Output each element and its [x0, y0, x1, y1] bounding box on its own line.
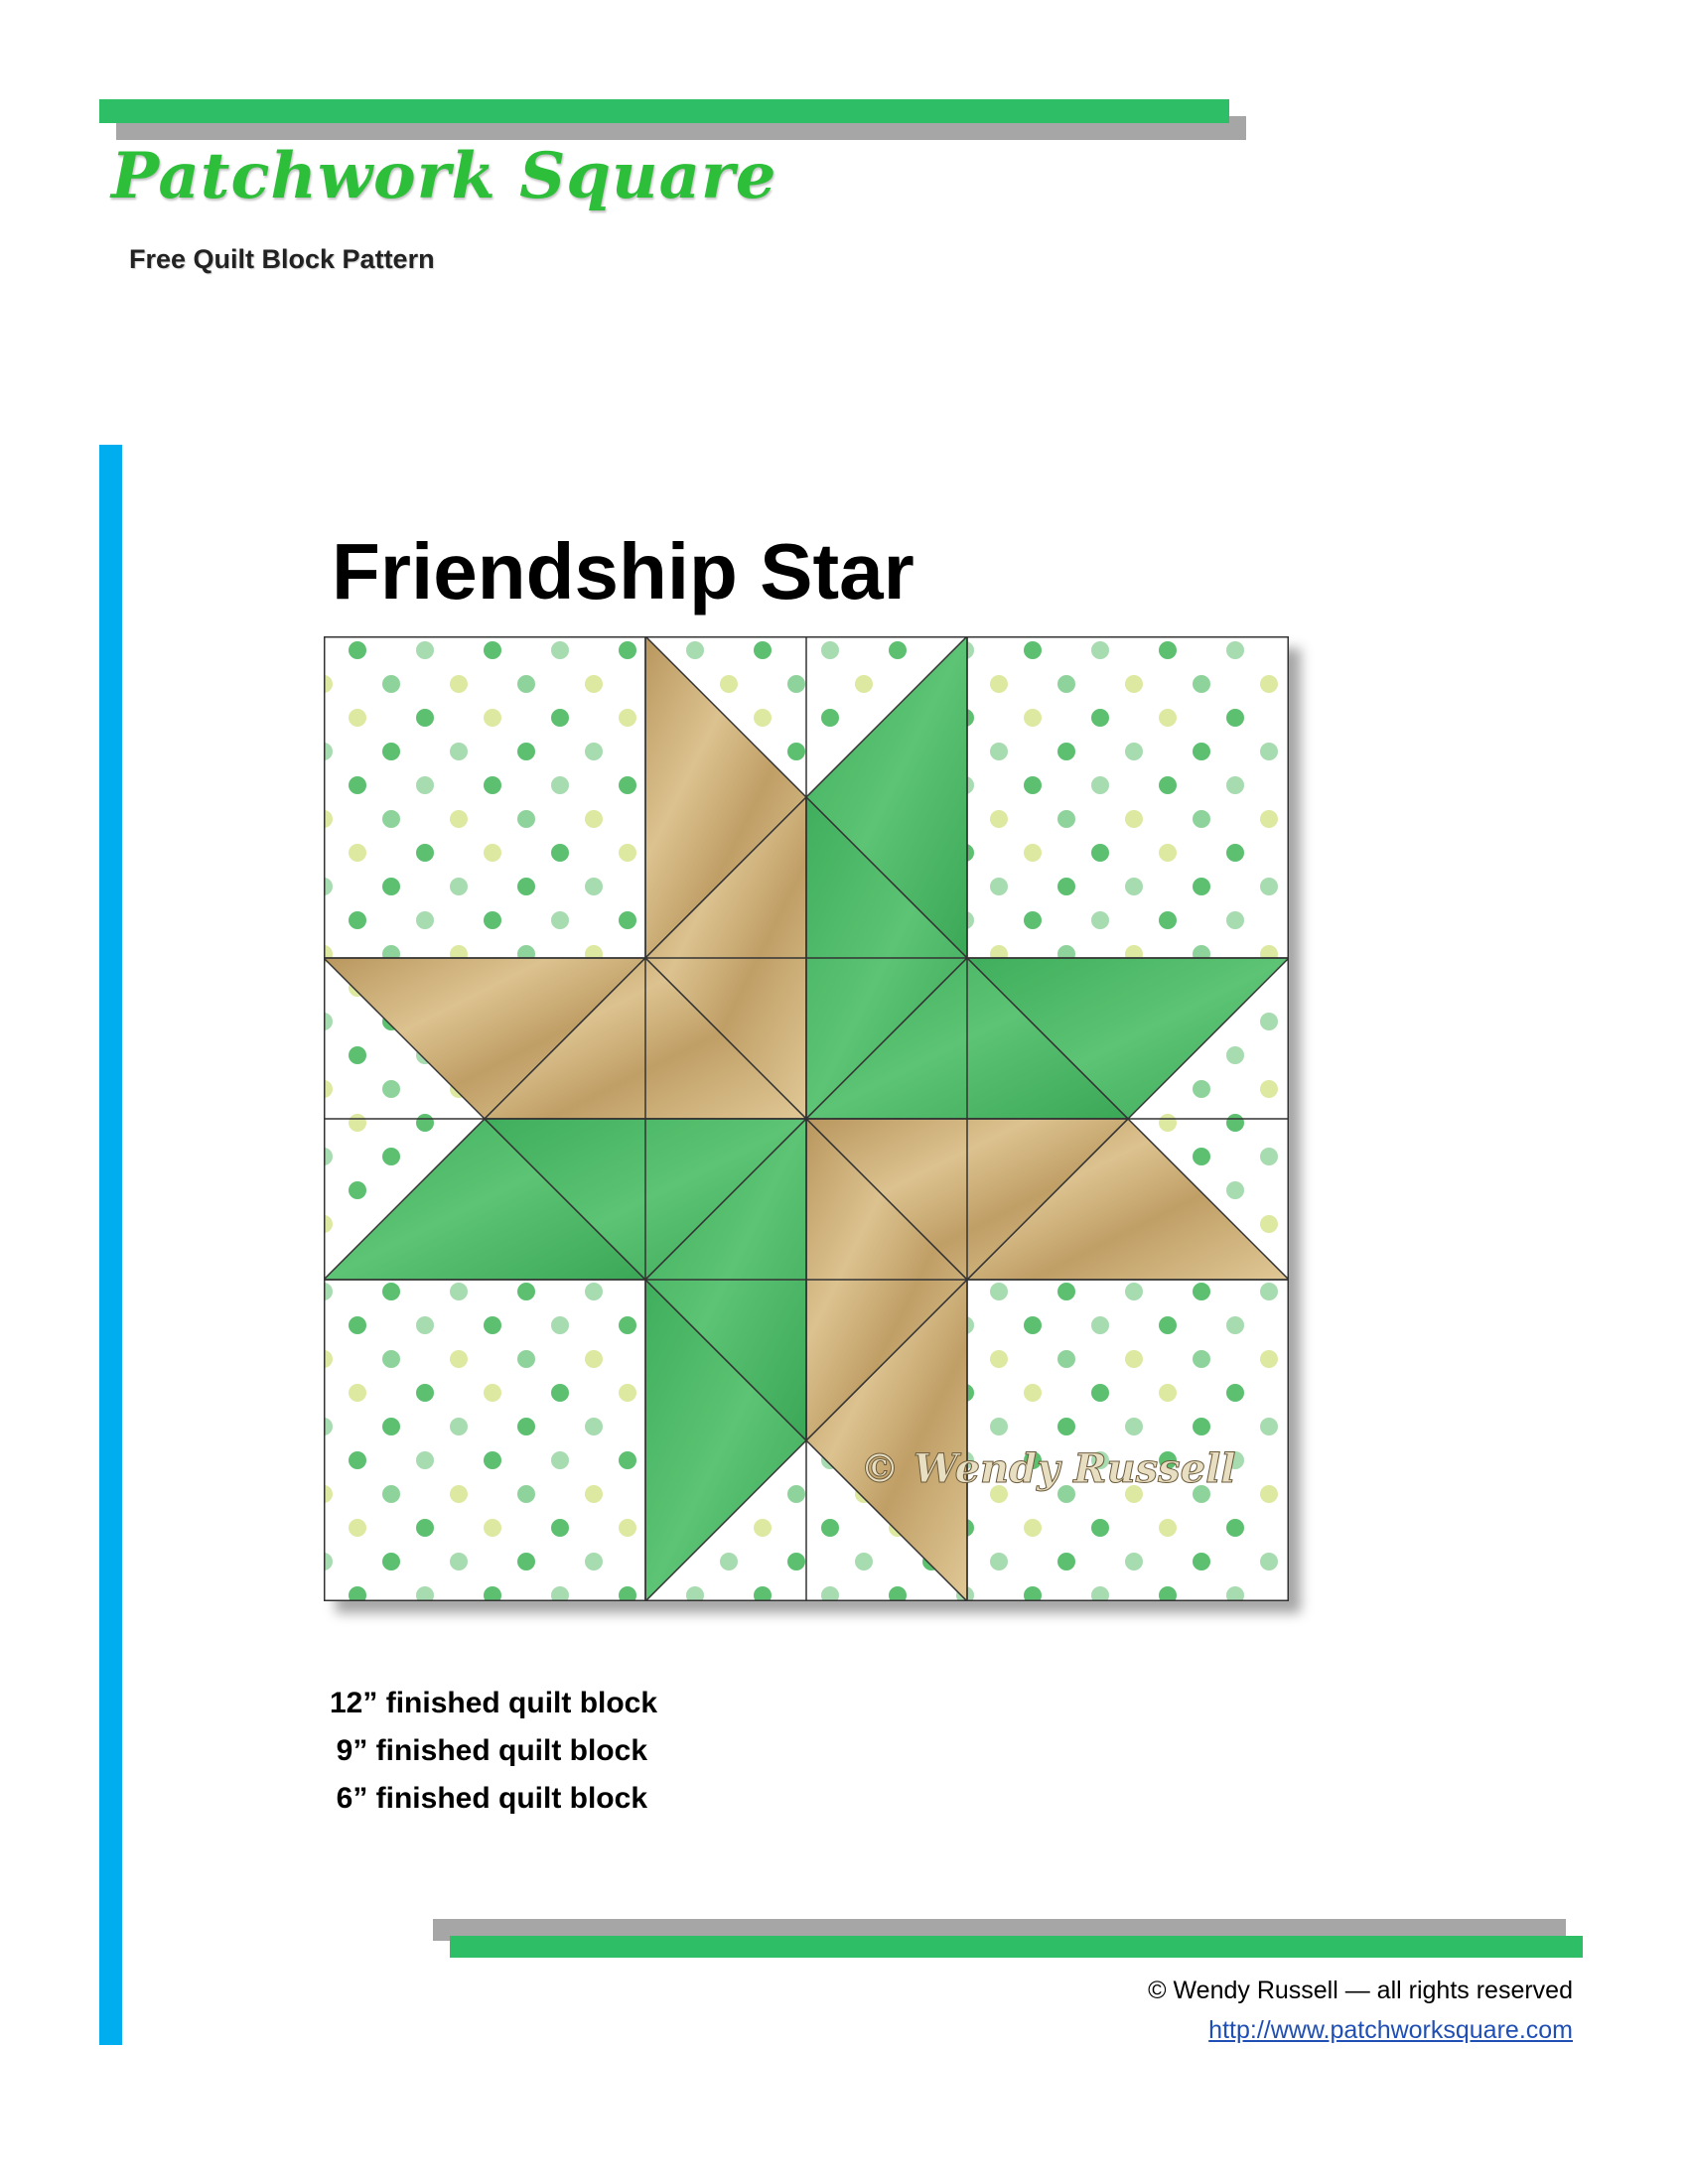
size-12: 12” finished quilt block: [330, 1687, 658, 1719]
watermark: © Wendy Russell: [860, 1445, 1235, 1492]
logo: Patchwork Square Free Quilt Block Patter…: [111, 139, 775, 288]
quilt-block-image: © Wendy Russell: [324, 636, 1301, 1613]
logo-subtitle: Free Quilt Block Pattern: [129, 244, 435, 274]
block-sizes: 12” finished quilt block 9” finished qui…: [330, 1680, 658, 1823]
footer: © Wendy Russell — all rights reserved ht…: [1148, 1971, 1573, 2050]
header-green-bar: [99, 99, 1229, 123]
friendship-star-block: © Wendy Russell: [324, 636, 1289, 1601]
copyright-text: © Wendy Russell — all rights reserved: [1148, 1977, 1573, 2004]
size-9: 9” finished quilt block: [336, 1734, 647, 1767]
footer-green-bar: [450, 1936, 1583, 1958]
website-link[interactable]: http://www.patchworksquare.com: [1208, 2010, 1573, 2050]
size-6: 6” finished quilt block: [336, 1782, 647, 1815]
side-blue-bar: [99, 445, 122, 2045]
page-title: Friendship Star: [332, 527, 914, 615]
logo-title: Patchwork Square: [111, 139, 777, 213]
